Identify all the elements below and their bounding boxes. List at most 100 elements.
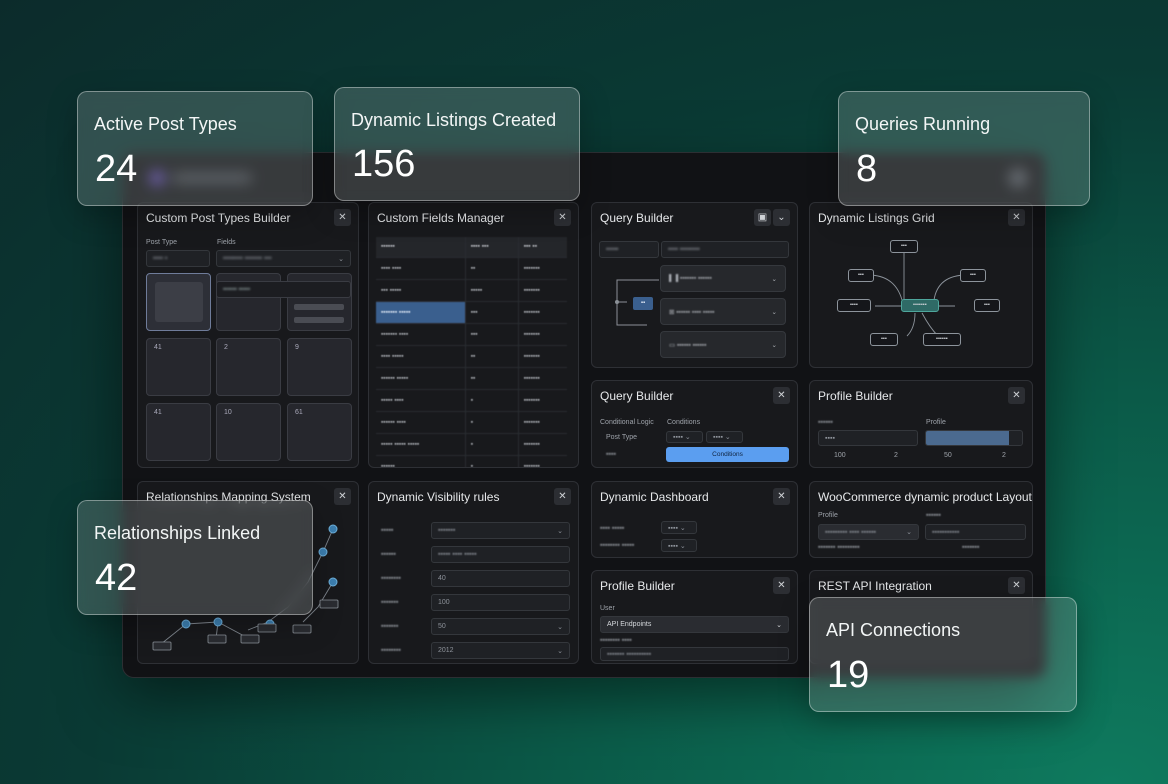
grid-node-center[interactable]: ▪▪▪▪▪▪▪ [901, 299, 939, 312]
chevron-down-icon: ⌄ [771, 341, 777, 349]
grid-node[interactable]: ▪▪▪▪ [837, 299, 871, 312]
table-row[interactable]: ▪▪▪▪ ▪▪▪▪ ▪▪ ▪▪▪▪▪▪▪ [376, 257, 567, 280]
value-label: 100 [834, 452, 846, 459]
grid-node[interactable]: ▪▪▪ [870, 333, 898, 346]
panel-query-builder-2: Query Builder ✕ Conditional Logic Condit… [591, 380, 798, 468]
rule-input[interactable]: 100 [431, 594, 570, 611]
value-input[interactable]: ▪▪▪▪ ▪▪▪▪▪▪▪▪ [661, 241, 789, 258]
chevron-down-icon: ⌄ [557, 527, 563, 535]
tile[interactable]: 2 [216, 338, 281, 396]
chevron-down-icon: ⌄ [557, 623, 563, 631]
query-row[interactable]: ▌▐ ▪▪▪▪▪▪▪ ▪▪▪▪▪▪ ⌄ [660, 265, 786, 292]
panel-custom-post-types: Custom Post Types Builder ✕ Post Type Fi… [137, 202, 359, 468]
stat-value: 42 [95, 557, 138, 599]
stat-value: 8 [856, 148, 878, 190]
profile-slider[interactable] [925, 430, 1023, 446]
stat-label: Queries Running [855, 114, 991, 134]
chevron-down-icon: ⌄ [906, 529, 912, 536]
window-icon[interactable]: ▣ [754, 209, 771, 226]
rule-label: ▪▪▪▪▪▪ [381, 551, 396, 558]
panel-profile-builder: Profile Builder ✕ ▪▪▪▪▪▪ Profile ▪▪▪▪ 10… [809, 380, 1033, 468]
value-label: 2 [894, 452, 898, 459]
stat-card-dynamic-listings: Dynamic Listings Created 156 [334, 87, 580, 201]
table-row[interactable]: ▪▪▪▪▪▪ ▪ ▪▪▪▪▪▪▪ [376, 455, 567, 467]
query-row[interactable]: ▭ ▪▪▪▪▪▪ ▪▪▪▪▪▪ ⌄ [660, 331, 786, 358]
rule-select[interactable]: ▪▪▪▪▪▪▪ ⌄ [431, 522, 570, 539]
tile[interactable]: 41 [146, 338, 211, 396]
conditions-label: Conditions [667, 419, 701, 426]
tile[interactable]: 9 [287, 338, 352, 396]
query-node[interactable]: ▪▪ [633, 297, 653, 310]
tile[interactable]: 61 [287, 403, 352, 461]
grid-node[interactable]: ▪▪▪ [960, 269, 986, 282]
close-icon[interactable]: ✕ [554, 209, 571, 226]
panel-dynamic-dashboard: Dynamic Dashboard ✕ ▪▪▪▪ ▪▪▪▪▪ ▪▪▪▪ ⌄ ▪▪… [591, 481, 798, 558]
dropdown-menu[interactable]: ▪▪▪▪▪▪ ▪▪▪▪▪ [216, 281, 351, 298]
dashboard-select[interactable]: ▪▪▪▪ ⌄ [661, 521, 697, 534]
rule-label: ▪▪▪▪▪ [381, 527, 394, 534]
close-icon[interactable]: ✕ [1008, 387, 1025, 404]
table-row[interactable]: ▪▪▪ ▪▪▪▪▪ ▪▪▪▪▪ ▪▪▪▪▪▪▪ [376, 279, 567, 302]
rule-select[interactable]: 2012 ⌄ [431, 642, 570, 659]
condition-select[interactable]: ▪▪▪▪ ⌄ [666, 431, 703, 443]
rule-label: ▪▪▪▪▪▪▪▪ [381, 647, 401, 654]
table-row[interactable]: ▪▪▪▪▪▪▪ ▪▪▪▪▪ ▪▪▪ ▪▪▪▪▪▪▪ [376, 301, 567, 324]
listings-flow-diagram [867, 253, 968, 337]
close-icon[interactable]: ✕ [773, 577, 790, 594]
close-icon[interactable]: ✕ [334, 209, 351, 226]
stat-value: 19 [827, 654, 870, 696]
field-input[interactable]: ▪▪▪▪ [818, 430, 918, 446]
field-label: ▪▪▪▪▪▪ [818, 419, 833, 426]
query-row[interactable]: ⊠ ▪▪▪▪▪▪ ▪▪▪▪ ▪▪▪▪▪ ⌄ [660, 298, 786, 325]
close-icon[interactable]: ✕ [773, 488, 790, 505]
table-row[interactable]: ▪▪▪▪▪ ▪▪▪▪ ▪ ▪▪▪▪▪▪▪ [376, 389, 567, 412]
panel-title: REST API Integration [818, 579, 932, 593]
rule-select[interactable]: 50 ⌄ [431, 618, 570, 635]
fields-select[interactable]: ▪▪▪▪▪▪▪▪ ▪▪▪▪▪▪▪ ▪▪▪ ⌄ [216, 250, 351, 267]
table-row[interactable]: ▪▪▪▪▪▪▪ ▪▪▪▪ ▪▪▪ ▪▪▪▪▪▪▪ [376, 323, 567, 346]
panel-title: WooCommerce dynamic product Layout [818, 490, 1032, 504]
rule-input[interactable]: 40 [431, 570, 570, 587]
panel-title: Profile Builder [818, 389, 893, 403]
stat-label: API Connections [826, 620, 961, 640]
dashboard-select[interactable]: ▪▪▪▪ ⌄ [661, 539, 697, 552]
table-row[interactable]: ▪▪▪▪▪▪ ▪▪▪▪ ▪ ▪▪▪▪▪▪▪ [376, 411, 567, 434]
tile[interactable]: 41 [146, 403, 211, 461]
grid-node[interactable]: ▪▪▪▪▪▪ [923, 333, 961, 346]
chevron-down-icon: ⌄ [776, 621, 782, 629]
table-row[interactable]: ▪▪▪▪▪ ▪▪▪▪▪ ▪▪▪▪▪ ▪ ▪▪▪▪▪▪▪ [376, 433, 567, 456]
table-row[interactable]: ▪▪▪▪▪▪ ▪▪▪▪▪ ▪▪ ▪▪▪▪▪▪▪ [376, 367, 567, 390]
panel-query-builder: Query Builder ▣ ⌄ ▪▪▪▪▪ ▪▪▪▪ ▪▪▪▪▪▪▪▪ ▪▪… [591, 202, 798, 368]
grid-node[interactable]: ▪▪▪ [890, 240, 918, 253]
grid-node[interactable]: ▪▪▪ [974, 299, 1000, 312]
panel-custom-fields: Custom Fields Manager ✕ ▪▪▪▪▪▪ ▪▪▪▪ ▪▪▪ ▪▪… [368, 202, 579, 468]
chevron-down-icon[interactable]: ⌄ [773, 209, 790, 226]
rule-input[interactable]: ▪▪▪▪▪ ▪▪▪▪ ▪▪▪▪▪ [431, 546, 570, 563]
stat-card-active-post-types: Active Post Types 24 [77, 91, 313, 206]
tile[interactable] [146, 273, 211, 331]
field-label: Profile [818, 512, 838, 519]
panel-title: Custom Post Types Builder [146, 211, 291, 225]
api-endpoint-select[interactable]: API Endpoints ⌄ [600, 616, 789, 633]
tile[interactable]: 10 [216, 403, 281, 461]
field-label: ▪▪▪▪▪▪ [926, 512, 941, 519]
panel-title: Dynamic Dashboard [600, 490, 709, 504]
table-row[interactable]: ▪▪▪▪ ▪▪▪▪▪ ▪▪ ▪▪▪▪▪▪▪ [376, 345, 567, 368]
operator-select[interactable]: ▪▪▪▪ ⌄ [706, 431, 743, 443]
field-input[interactable]: ▪▪▪▪▪ [599, 241, 659, 258]
field-input[interactable]: ▪▪▪▪▪▪▪ ▪▪▪▪▪▪▪▪▪▪ [600, 647, 789, 661]
panel-title: Query Builder [600, 389, 674, 403]
panel-title: Dynamic Visibility rules [377, 490, 500, 504]
panel-profile-builder-2: Profile Builder ✕ User API Endpoints ⌄ ▪▪… [591, 570, 798, 664]
panel-visibility-rules: Dynamic Visibility rules ✕ ▪▪▪▪▪ ▪▪▪▪▪▪▪… [368, 481, 579, 664]
conditions-button[interactable]: Conditions [666, 447, 789, 462]
layout-input[interactable]: ▪▪▪▪▪▪▪▪▪▪▪ [925, 524, 1026, 540]
post-type-select[interactable]: ▪▪▪▪ ▪ [146, 250, 210, 267]
close-icon[interactable]: ✕ [1008, 577, 1025, 594]
grid-node[interactable]: ▪▪▪ [848, 269, 874, 282]
panel-title: Query Builder [600, 211, 674, 225]
close-icon[interactable]: ✕ [773, 387, 790, 404]
layout-select[interactable]: ▪▪▪▪▪▪▪▪▪ ▪▪▪▪ ▪▪▪▪▪▪ ⌄ [818, 524, 919, 540]
close-icon[interactable]: ✕ [554, 488, 571, 505]
row-label: ▪▪▪▪ ▪▪▪▪▪ [600, 525, 625, 532]
